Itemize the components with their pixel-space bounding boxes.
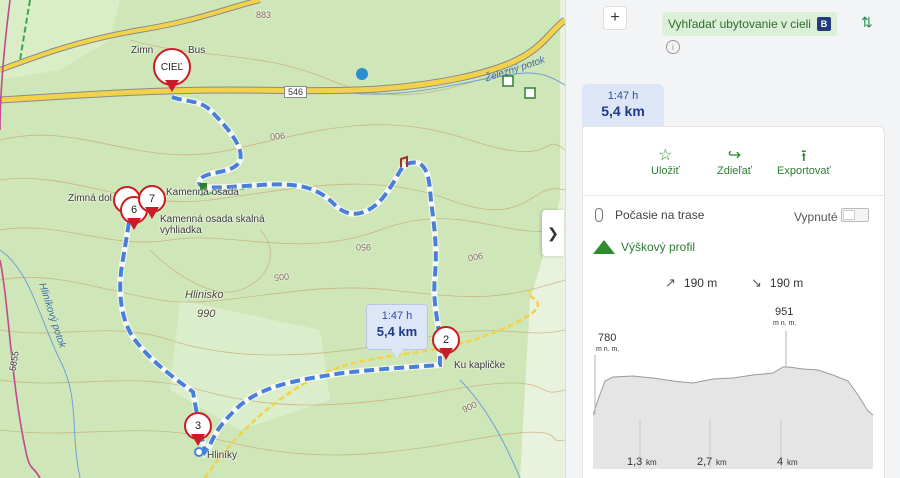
profile-tick-1: 1,3	[627, 456, 642, 468]
search-accommodation-button[interactable]: Vyhľadať ubytovanie v cieli B	[662, 12, 837, 36]
map-label-hliniky: Hliníky	[207, 450, 238, 461]
profile-max-unit: m n. m.	[773, 320, 796, 327]
map-canvas	[0, 0, 565, 478]
summary-time: 1:47 h	[607, 90, 639, 102]
elevation-profile-chart[interactable]: 780 m n. m. 951 m n. m. 1,3 km 2,7 km 4 …	[593, 299, 875, 469]
thermometer-icon	[595, 208, 603, 222]
waypoint-pin-3-tip	[191, 434, 205, 446]
waypoint-pin-7-tip	[145, 207, 159, 219]
weather-toggle[interactable]	[841, 208, 869, 222]
profile-max-value: 951	[775, 306, 793, 318]
route-bubble-pointer	[391, 349, 403, 358]
save-button[interactable]: ☆ Uložiť	[651, 145, 680, 177]
contour-label-950: 950	[356, 242, 372, 252]
summary-distance: 5,4 km	[601, 103, 645, 119]
map-label-vyhliadka: vyhliadka	[160, 225, 202, 236]
map-label-hlinisko: Hlinisko	[185, 289, 224, 301]
descent-value: 190 m	[769, 276, 804, 290]
road-number-label: 546	[284, 86, 308, 98]
export-label: Exportovať	[777, 165, 831, 177]
toggle-knob	[843, 210, 855, 220]
destination-pin[interactable]: CIEĽ	[153, 48, 191, 92]
ascent-stat: ↗ 190 m	[665, 275, 717, 291]
route-detail-card: ☆ Uložiť ↪ Zdieľať ⭱ Exportovať Počasie …	[582, 126, 885, 478]
map-label-kamenna-osada: Kamenná osada	[166, 187, 239, 198]
map-label-ku-kaplicke: Ku kapličke	[454, 360, 506, 371]
contour-label-005: 005	[273, 271, 290, 283]
weather-toggle-label: Vypnuté	[794, 210, 838, 224]
profile-tick-3: 4	[777, 456, 783, 468]
elevation-profile-area	[593, 367, 873, 469]
profile-tick-2: 2,7	[697, 456, 712, 468]
weather-row: Počasie na trase	[595, 208, 704, 222]
waypoint-pin-3[interactable]: 3	[184, 412, 212, 450]
descent-stat: ↘ 190 m	[751, 275, 803, 291]
collapse-panel-button[interactable]: ❯	[542, 210, 564, 256]
waypoint-pin-7[interactable]: 7	[138, 185, 166, 223]
route-bubble-distance: 5,4 km	[376, 324, 418, 339]
profile-tick-3-unit: km	[787, 458, 798, 467]
ascent-value: 190 m	[683, 276, 718, 290]
card-separator	[583, 195, 884, 196]
search-accommodation-label: Vyhľadať ubytovanie v cieli	[668, 17, 811, 31]
arrow-up-right-icon: ↗	[665, 275, 676, 290]
save-label: Uložiť	[651, 165, 680, 177]
star-icon: ☆	[658, 147, 673, 164]
map-view[interactable]: Zimn Bus 546 883 Železný potok Zimná dol…	[0, 0, 565, 478]
profile-start-unit: m n. m.	[596, 346, 619, 353]
route-info-bubble[interactable]: 1:47 h 5,4 km	[366, 304, 428, 358]
upload-icon: ⭱	[801, 148, 807, 165]
map-label-cabin: Zimn	[131, 45, 154, 56]
weather-label: Počasie na trase	[615, 208, 705, 222]
map-label-peak-883: 883	[256, 10, 272, 20]
elevation-profile-title: Výškový profil	[621, 240, 696, 254]
map-label-zimna-dolina: Zimná dol	[68, 193, 112, 204]
map-label-hlinisko-elevation: 990	[197, 308, 216, 320]
map-label-kamenna-osada-skalna: Kamenná osada skalná	[160, 214, 265, 225]
route-summary-tab[interactable]: 1:47 h 5,4 km	[582, 84, 664, 126]
mountain-icon	[593, 240, 615, 254]
map-label-bus: Bus	[188, 45, 206, 56]
profile-tick-2-unit: km	[716, 458, 727, 467]
profile-tick-1-unit: km	[646, 458, 657, 467]
route-side-panel: + Vyhľadať ubytovanie v cieli B ⇅ i 1:47…	[566, 0, 900, 478]
route-bubble-time: 1:47 h	[381, 310, 413, 322]
waypoint-pin-2[interactable]: 2	[432, 326, 460, 364]
waypoint-pin-2-tip	[439, 348, 453, 360]
profile-start-value: 780	[598, 332, 616, 344]
destination-pin-tip	[165, 80, 179, 92]
add-waypoint-button[interactable]: +	[603, 6, 627, 30]
share-icon: ↪	[727, 147, 742, 164]
booking-icon: B	[816, 17, 831, 31]
chevron-right-icon: ❯	[547, 224, 559, 241]
share-label: Zdieľať	[717, 165, 752, 177]
share-button[interactable]: ↪ Zdieľať	[717, 145, 752, 177]
contour-label-900-a: 900	[269, 130, 286, 142]
arrow-down-right-icon: ↘	[751, 275, 762, 290]
export-button[interactable]: ⭱ Exportovať	[777, 145, 831, 177]
elevation-profile-heading[interactable]: Výškový profil	[593, 240, 695, 254]
route-actions: ☆ Uložiť ↪ Zdieľať ⭱ Exportovať	[583, 145, 884, 195]
swap-direction-icon[interactable]: ⇅	[861, 14, 873, 31]
info-icon[interactable]: i	[666, 40, 680, 54]
